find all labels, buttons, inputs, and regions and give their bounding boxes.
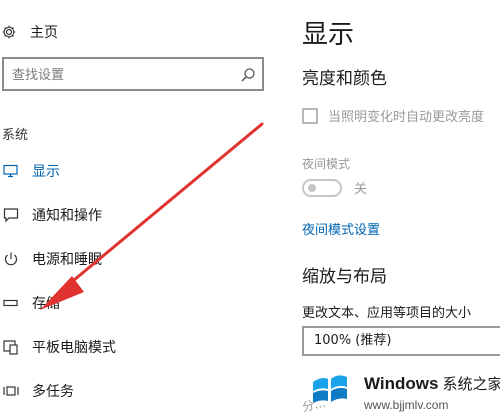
watermark-brand: Windows 系统之家	[364, 373, 500, 394]
main-panel: 显示 亮度和颜色 当照明变化时自动更改亮度 夜间模式 关 夜间模式设置 缩放与布…	[274, 0, 500, 417]
toggle-knob	[308, 183, 316, 192]
windows-logo-icon	[313, 375, 347, 403]
multitask-icon	[2, 382, 20, 400]
watermark: Windows 系统之家 www.bjjmlv.com	[306, 364, 500, 417]
auto-brightness-option[interactable]: 当照明变化时自动更改亮度	[302, 106, 484, 125]
section-label-system: 系统	[2, 128, 29, 143]
power-icon	[2, 250, 20, 268]
notification-icon	[2, 206, 20, 224]
night-mode-toggle-row[interactable]: 关	[302, 178, 367, 197]
night-mode-toggle[interactable]	[302, 178, 342, 197]
sidebar-item-label: 多任务	[32, 384, 74, 400]
sidebar-item-notifications[interactable]: 通知和操作	[0, 202, 102, 228]
sidebar-item-storage[interactable]: 存储	[0, 290, 60, 316]
night-mode-settings-link[interactable]: 夜间模式设置	[302, 219, 380, 238]
auto-brightness-checkbox[interactable]	[302, 107, 318, 124]
sidebar-item-label: 平板电脑模式	[32, 340, 116, 356]
watermark-brand-cn: 系统之家	[442, 376, 500, 393]
watermark-url: www.bjjmlv.com	[364, 398, 449, 412]
watermark-brand-text: Windows	[364, 374, 439, 393]
night-mode-state: 关	[354, 182, 368, 197]
scale-dropdown-value: 100% (推荐)	[314, 333, 392, 348]
gear-icon	[2, 25, 16, 39]
scale-dropdown[interactable]: 100% (推荐)	[302, 326, 500, 356]
sidebar-item-display[interactable]: 显示	[0, 158, 60, 184]
scale-heading: 缩放与布局	[302, 267, 387, 287]
sidebar-item-label: 存储	[32, 296, 60, 312]
search-box[interactable]	[2, 57, 264, 91]
page-title: 显示	[302, 20, 355, 50]
home-nav-item[interactable]: 主页	[2, 23, 58, 41]
sidebar-item-label: 通知和操作	[32, 208, 102, 224]
night-mode-label: 夜间模式	[302, 157, 351, 171]
sidebar-item-label: 显示	[32, 164, 60, 180]
storage-icon	[2, 294, 20, 312]
sidebar-item-tablet-mode[interactable]: 平板电脑模式	[0, 334, 116, 360]
sidebar: 主页 系统 显示 通知和操作	[0, 0, 274, 417]
brightness-heading: 亮度和颜色	[302, 69, 387, 89]
sidebar-item-multitask[interactable]: 多任务	[0, 378, 74, 404]
scale-field-label: 更改文本、应用等项目的大小	[302, 306, 472, 321]
home-label: 主页	[30, 25, 58, 41]
search-icon[interactable]	[240, 67, 256, 83]
sidebar-item-label: 电源和睡眠	[32, 252, 102, 268]
sidebar-item-power[interactable]: 电源和睡眠	[0, 246, 102, 272]
monitor-icon	[2, 162, 20, 180]
search-input[interactable]	[12, 65, 232, 85]
auto-brightness-label: 当照明变化时自动更改亮度	[328, 110, 485, 125]
tablet-mode-icon	[2, 338, 20, 356]
